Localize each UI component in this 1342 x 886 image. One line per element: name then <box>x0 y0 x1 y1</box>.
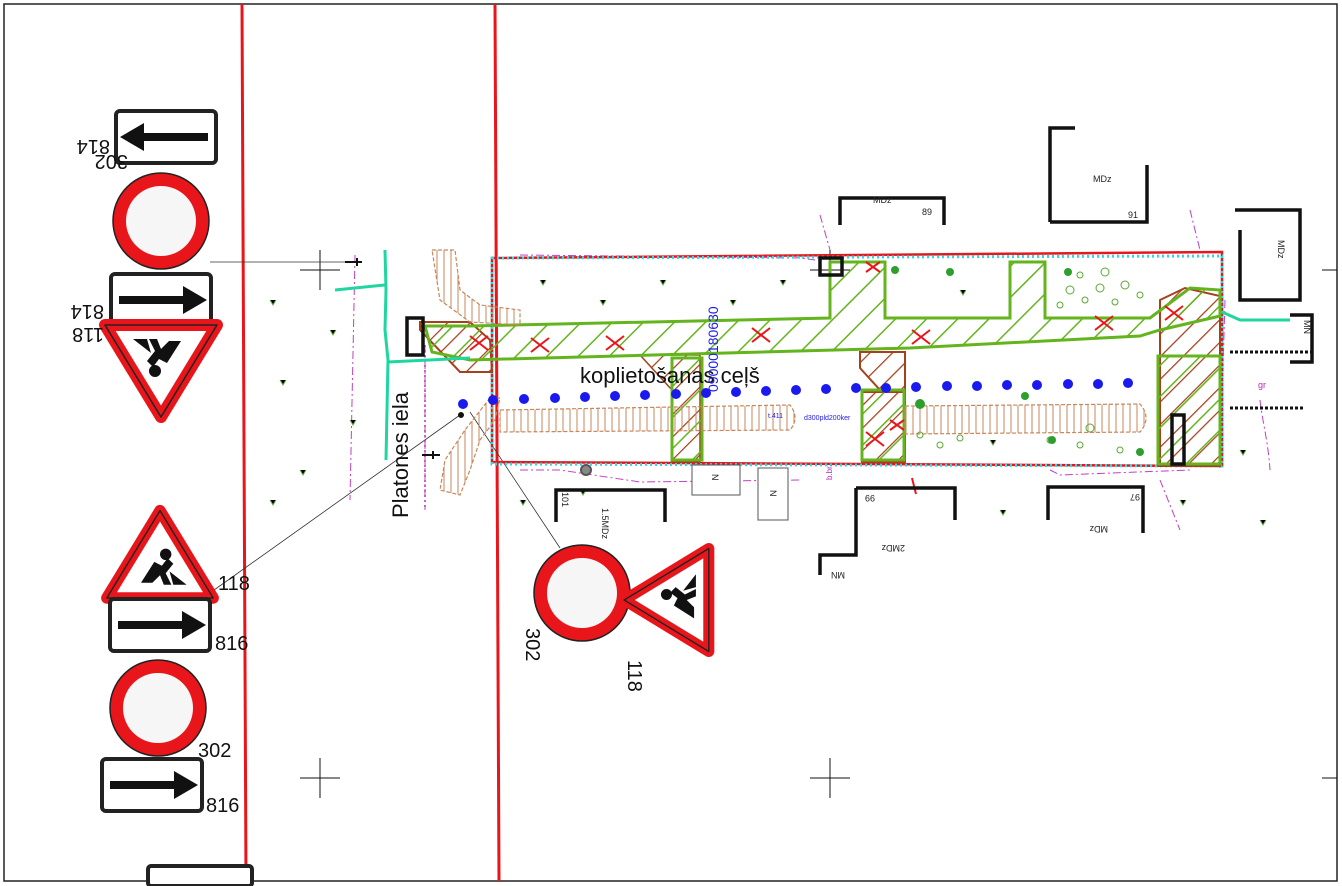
direction-sign-icon <box>111 274 211 326</box>
building-number: 99 <box>865 493 875 503</box>
roadwork-sign-icon <box>107 511 213 598</box>
building-number: 89 <box>922 207 932 217</box>
building-label: 1.5MDz <box>600 508 610 540</box>
marker-label: gr <box>1258 380 1266 390</box>
no-entry-sign-icon <box>109 659 207 757</box>
building-label: MDz <box>1276 240 1286 259</box>
demolition-marks <box>469 261 1184 495</box>
building-label: 2MDz <box>881 543 905 553</box>
no-entry-sign-icon <box>533 544 631 642</box>
direction-sign-icon <box>116 111 216 163</box>
building-label: MN <box>1302 320 1312 334</box>
sign-code: 118 <box>218 573 250 595</box>
sign-code: 816 <box>206 795 239 817</box>
sign-code: 814 <box>77 135 110 157</box>
street-label: Platones iela <box>388 391 413 518</box>
building-label: N <box>710 474 720 481</box>
brown-hatch-areas <box>419 286 1221 467</box>
cadastre-label: 09000180630 <box>705 306 721 392</box>
pipe-label: d300pld200ker <box>804 415 851 422</box>
site-plan-map: koplietošanas ceļš 09000180630 Platones … <box>0 0 1342 886</box>
building-label: MDz <box>1093 174 1112 184</box>
marker-label: b.br. <box>825 464 834 480</box>
sign-code: 118 <box>72 323 104 345</box>
building-number: 101 <box>560 492 570 507</box>
sign-code: 302 <box>198 740 231 762</box>
sign-group-bottom: 118 816 302 816 <box>102 511 254 886</box>
boundary-line <box>493 3 501 882</box>
building-label: MN <box>831 570 845 580</box>
sign-code: 816 <box>215 633 248 655</box>
sign-code: 118 <box>623 660 645 692</box>
road-label: koplietošanas ceļš <box>580 363 760 388</box>
sign-code: 814 <box>71 300 104 322</box>
map-canvas: koplietošanas ceļš 09000180630 Platones … <box>3 3 1338 886</box>
pipe-label: t.411 <box>768 413 783 420</box>
no-entry-sign-icon <box>112 172 210 270</box>
boundary-line <box>240 3 248 882</box>
building-label: MDz <box>873 195 892 205</box>
sign-group-center: 302 118 <box>521 545 709 692</box>
sign-code: 302 <box>521 628 543 661</box>
building-number: 97 <box>1130 492 1140 502</box>
sign-group-top: 302 814 814 118 <box>71 111 217 417</box>
roadwork-sign-icon <box>105 325 217 417</box>
building-number: 91 <box>1128 210 1138 220</box>
building-label: N <box>768 490 778 497</box>
direction-sign-icon <box>102 759 202 811</box>
building-label: MDz <box>1089 524 1108 534</box>
roadwork-sign-icon <box>624 548 709 651</box>
direction-sign-icon <box>110 599 210 651</box>
direction-sign-icon <box>146 864 254 886</box>
